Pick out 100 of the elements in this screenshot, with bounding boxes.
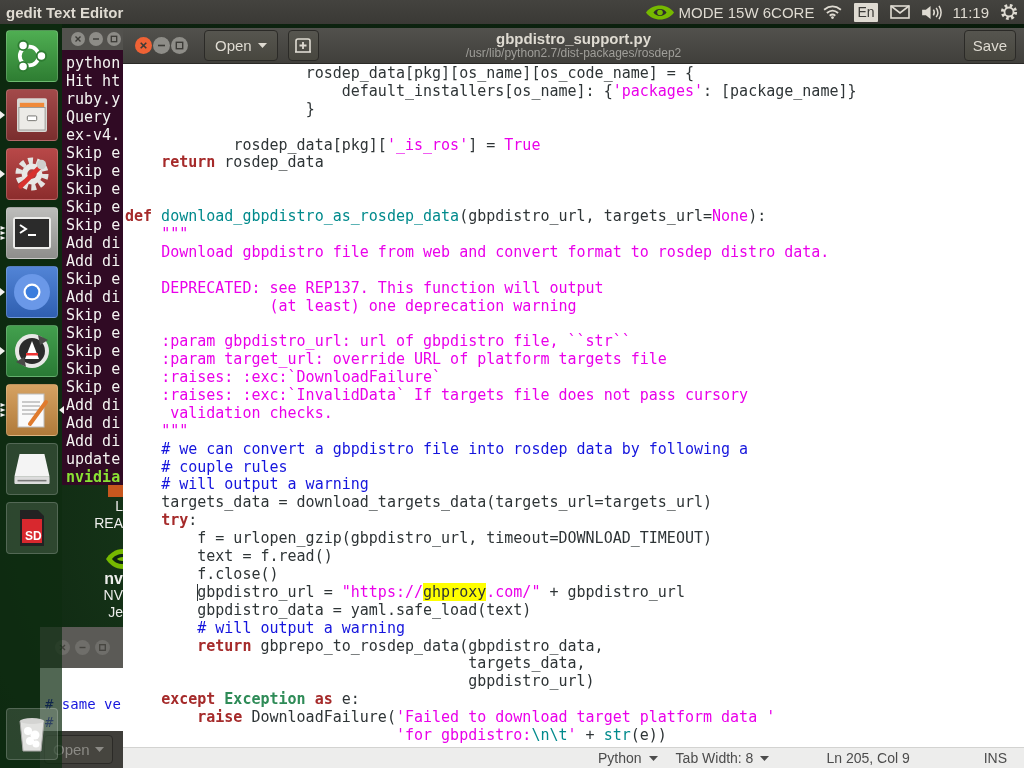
envelope-icon[interactable] (889, 5, 910, 19)
code-line: # will output a warning (197, 618, 405, 637)
launcher-item[interactable] (6, 89, 58, 141)
language-dropdown[interactable]: Python (598, 750, 658, 766)
file-path: /usr/lib/python2.7/dist-packages/rosdep2 (465, 45, 682, 61)
desktop-icon-label[interactable]: Je (108, 604, 123, 621)
terminal-output-line: Skip e (66, 144, 121, 162)
drive-icon (14, 454, 50, 484)
ring-logo-icon (16, 39, 48, 73)
code-line: # we can convert a gbpdistro file into rosdep data by following a (161, 439, 749, 458)
terminal-output-line: Skip e (66, 162, 121, 180)
notepad-pencil-icon (16, 392, 48, 428)
tab-width-dropdown[interactable]: Tab Width: 8 (675, 750, 770, 766)
terminal-output-line: python (66, 54, 121, 72)
terminal-output-line: update (66, 450, 121, 468)
wifi-icon[interactable] (823, 5, 843, 19)
open-button[interactable]: Open (204, 30, 278, 61)
clock[interactable]: 11:19 (952, 3, 989, 21)
terminal-output-line: Skip e (66, 270, 121, 288)
code-line: # will output a warning (161, 475, 369, 494)
trash-icon (19, 716, 45, 752)
code-editor[interactable] (123, 64, 1024, 747)
code-line: default_installers[os_name]: {'packages': [package_name]} (341, 81, 857, 100)
code-line: 'for gbpdistro:\n\t' + str(e)) (395, 725, 667, 744)
code-line: raise DownloadFailure('Failed to download target platform data ' (197, 708, 776, 727)
code-line: gbpdistro_url) (468, 672, 595, 691)
logo-wordmark: nv (104, 570, 123, 587)
terminal-output-line: Add di (66, 288, 121, 306)
launcher-item[interactable] (6, 443, 58, 495)
code-line: try: (161, 511, 198, 530)
code-line: (at least) one deprecation warning (269, 296, 577, 315)
maximize-icon[interactable] (107, 32, 121, 46)
code-line: gbpdistro_data = yaml.safe_load(text) (197, 600, 532, 619)
code-line: """ (161, 421, 189, 440)
code-line: # same ve (45, 696, 121, 712)
code-line: """ (161, 225, 189, 243)
code-line: :raises: :exc:`DownloadFailure` (161, 368, 442, 387)
terminal-output-line: Skip e (66, 180, 121, 198)
terminal-output-line: Add di (66, 234, 121, 252)
tab-plus-icon (295, 38, 312, 53)
sd-card-icon (20, 510, 44, 546)
desktop-icon-label[interactable]: NV (103, 587, 123, 604)
launcher-item[interactable]: SD (6, 502, 58, 554)
caret-icon (760, 755, 770, 761)
terminal-output-line: Skip e (66, 198, 121, 216)
gear-icon[interactable] (1000, 3, 1018, 21)
code-line: return rosdep_data (161, 153, 324, 172)
code-line: targets_data, (468, 654, 586, 673)
volume-icon[interactable] (920, 4, 942, 20)
keyboard-layout-indicator[interactable]: En (854, 2, 878, 22)
code-line: rosdep_data[pkg]['_is_ros'] = True (233, 135, 541, 154)
maximize-icon[interactable] (171, 37, 188, 54)
caret-icon (257, 43, 267, 48)
insert-mode: INS (983, 750, 1007, 766)
terminal-output-line: Skip e (66, 216, 121, 234)
launcher-item[interactable] (6, 325, 58, 377)
cursor-position: Ln 205, Col 9 (826, 750, 911, 766)
terminal-output-line: Add di (66, 432, 121, 450)
code-line: # (45, 714, 54, 730)
code-line: f = urlopen_gzip(gbpdistro_url, timeout=DOWNLOAD_TIMEOUT) (197, 529, 712, 548)
terminal-output-line: ex-v4. (66, 126, 121, 144)
code-line: } (305, 99, 315, 118)
code-line: :param gbpdistro_url: url of gbpdistro file, ``str`` (161, 332, 631, 351)
code-line: validation checks. (170, 403, 333, 422)
new-tab-button[interactable] (287, 30, 319, 61)
desktop-icon-label[interactable]: REA (94, 515, 123, 532)
close-icon[interactable] (135, 37, 152, 54)
code-line: # couple rules (161, 457, 288, 476)
eye-logo-icon[interactable] (645, 3, 674, 21)
eye-logo-icon (106, 548, 123, 570)
gear-wrench-icon (15, 157, 49, 191)
code-line: except Exception as e: (161, 690, 360, 709)
caret-icon (648, 755, 658, 761)
terminal-output-line: Skip e (66, 360, 121, 378)
refresh-icon (15, 334, 49, 368)
code-line: rosdep_data[pkg][os_name][os_code_name] = { (305, 64, 694, 82)
window-title: gbpdistro_support.py (496, 30, 651, 46)
code-line: text = f.read() (197, 547, 333, 566)
circle-logo-icon (14, 274, 50, 310)
code-line: :param target_url: override URL of platform targets file (161, 350, 667, 369)
code-line: def download_gbpdistro_as_rosdep_data(gbpdistro_url, targets_url=None): (125, 207, 767, 226)
terminal-icon (13, 217, 51, 249)
code-line: gbpdistro_url = "https://ghproxy.com/" + gbpdistro_url (197, 582, 685, 601)
code-line: return gbprepo_to_rosdep_data(gbpdistro_data, (197, 636, 604, 655)
desktop-icon-label[interactable]: L (115, 498, 123, 515)
terminal-output-line: Add di (66, 252, 121, 270)
terminal-output-line: Skip e (66, 306, 121, 324)
code-line: Download gbpdistro file from web and convert format to rosdep distro data. (161, 242, 830, 261)
launcher-item[interactable] (6, 148, 58, 200)
minimize-icon[interactable] (153, 37, 170, 54)
file-cabinet-icon (17, 98, 47, 132)
terminal-output-line: Skip e (66, 378, 121, 396)
terminal-output-line: Skip e (66, 342, 121, 360)
save-button[interactable]: Save (963, 30, 1016, 61)
close-icon[interactable] (71, 32, 85, 46)
launcher-item[interactable] (6, 207, 58, 259)
terminal-output-line: Hit ht (66, 72, 121, 90)
caret-icon (94, 747, 104, 752)
terminal-prompt: nvidia (66, 468, 121, 486)
power-mode-indicator[interactable]: MODE 15W 6CORE (678, 3, 815, 21)
